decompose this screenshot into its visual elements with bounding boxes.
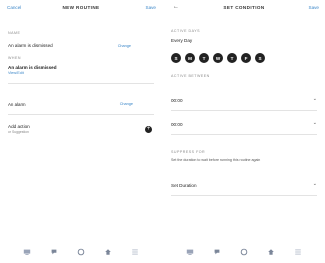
day-wednesday[interactable]: W — [213, 53, 223, 63]
day-friday[interactable]: F — [241, 53, 251, 63]
when-trigger: An alarm is dismissed — [8, 65, 57, 70]
menu-icon[interactable] — [293, 248, 302, 257]
change-action-link[interactable]: Change — [120, 102, 133, 106]
devices-icon[interactable] — [103, 248, 112, 257]
page-title: NEW ROUTINE — [62, 5, 100, 10]
chevron-down-icon: ⌄ — [312, 120, 317, 126]
end-time-select[interactable]: 00:00 — [171, 122, 183, 127]
page-title: SET CONDITION — [223, 5, 265, 10]
day-sunday[interactable]: S — [171, 53, 181, 63]
chevron-down-icon: ⌄ — [312, 96, 317, 102]
chat-icon[interactable] — [213, 248, 222, 257]
save-button[interactable]: Save — [309, 5, 319, 10]
divider — [8, 83, 154, 84]
set-condition-screen: ← SET CONDITION Save ACTIVE DAYS Every D… — [163, 0, 325, 263]
home-icon[interactable] — [23, 248, 32, 257]
suppress-description: Set the duration to wait before running … — [171, 158, 261, 162]
play-icon[interactable] — [76, 248, 85, 257]
divider — [8, 114, 154, 115]
suppress-label: SUPPRESS FOR — [171, 150, 206, 154]
save-button[interactable]: Save — [146, 5, 156, 10]
when-section-label: WHEN — [8, 56, 21, 60]
active-between-label: ACTIVE BETWEEN — [171, 74, 210, 78]
divider — [171, 195, 317, 196]
duration-select[interactable]: Set Duration — [171, 183, 197, 188]
devices-icon[interactable] — [266, 248, 275, 257]
chat-icon[interactable] — [50, 248, 59, 257]
name-section-label: NAME — [8, 31, 21, 35]
menu-icon[interactable] — [130, 248, 139, 257]
bottom-nav — [163, 241, 325, 263]
play-icon[interactable] — [239, 248, 248, 257]
day-saturday[interactable]: S — [255, 53, 265, 63]
new-routine-screen: Cancel NEW ROUTINE Save NAME An alarm is… — [0, 0, 162, 263]
day-selector: S M T W T F S — [171, 53, 265, 63]
action-item: An alarm — [8, 102, 26, 107]
day-monday[interactable]: M — [185, 53, 195, 63]
add-action-button[interactable]: + — [145, 126, 152, 133]
chevron-down-icon: ⌄ — [312, 181, 317, 187]
add-action-sub: or Suggestion — [8, 130, 29, 134]
header: ← SET CONDITION Save — [163, 4, 325, 15]
divider — [171, 134, 317, 135]
home-icon[interactable] — [186, 248, 195, 257]
change-name-link[interactable]: Change — [118, 44, 131, 48]
active-days-label: ACTIVE DAYS — [171, 29, 200, 33]
add-action-label[interactable]: Add action — [8, 124, 30, 129]
bottom-nav — [0, 241, 162, 263]
routine-name: An alarm is dismissed — [8, 43, 53, 48]
header: Cancel NEW ROUTINE Save — [0, 5, 162, 15]
day-thursday[interactable]: T — [227, 53, 237, 63]
view-edit-link[interactable]: View/Edit — [8, 71, 24, 75]
active-days-value: Every Day — [171, 38, 193, 43]
divider — [171, 110, 317, 111]
start-time-select[interactable]: 00:00 — [171, 98, 183, 103]
day-tuesday[interactable]: T — [199, 53, 209, 63]
